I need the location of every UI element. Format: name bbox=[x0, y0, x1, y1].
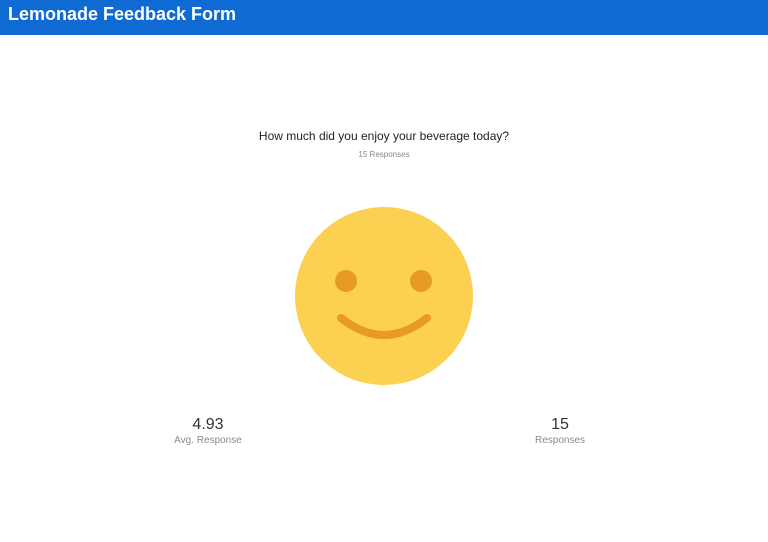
question-text: How much did you enjoy your beverage tod… bbox=[258, 129, 510, 143]
response-count-label: Responses bbox=[534, 435, 586, 446]
app-header: Lemonade Feedback Form bbox=[0, 0, 768, 35]
response-count-caption: 15 Responses bbox=[358, 150, 410, 159]
smiley-left-eye bbox=[335, 270, 357, 292]
smiley-face-icon bbox=[295, 207, 473, 385]
response-count-value: 15 bbox=[551, 416, 569, 433]
smiley-right-eye bbox=[410, 270, 432, 292]
page-title: Lemonade Feedback Form bbox=[8, 4, 237, 24]
response-count-stat: 15 Responses bbox=[500, 416, 620, 447]
average-response-label: Avg. Response bbox=[174, 435, 242, 446]
average-response-stat: 4.93 Avg. Response bbox=[148, 416, 268, 447]
smiley-face-background bbox=[295, 207, 473, 385]
average-response-value: 4.93 bbox=[192, 416, 224, 433]
